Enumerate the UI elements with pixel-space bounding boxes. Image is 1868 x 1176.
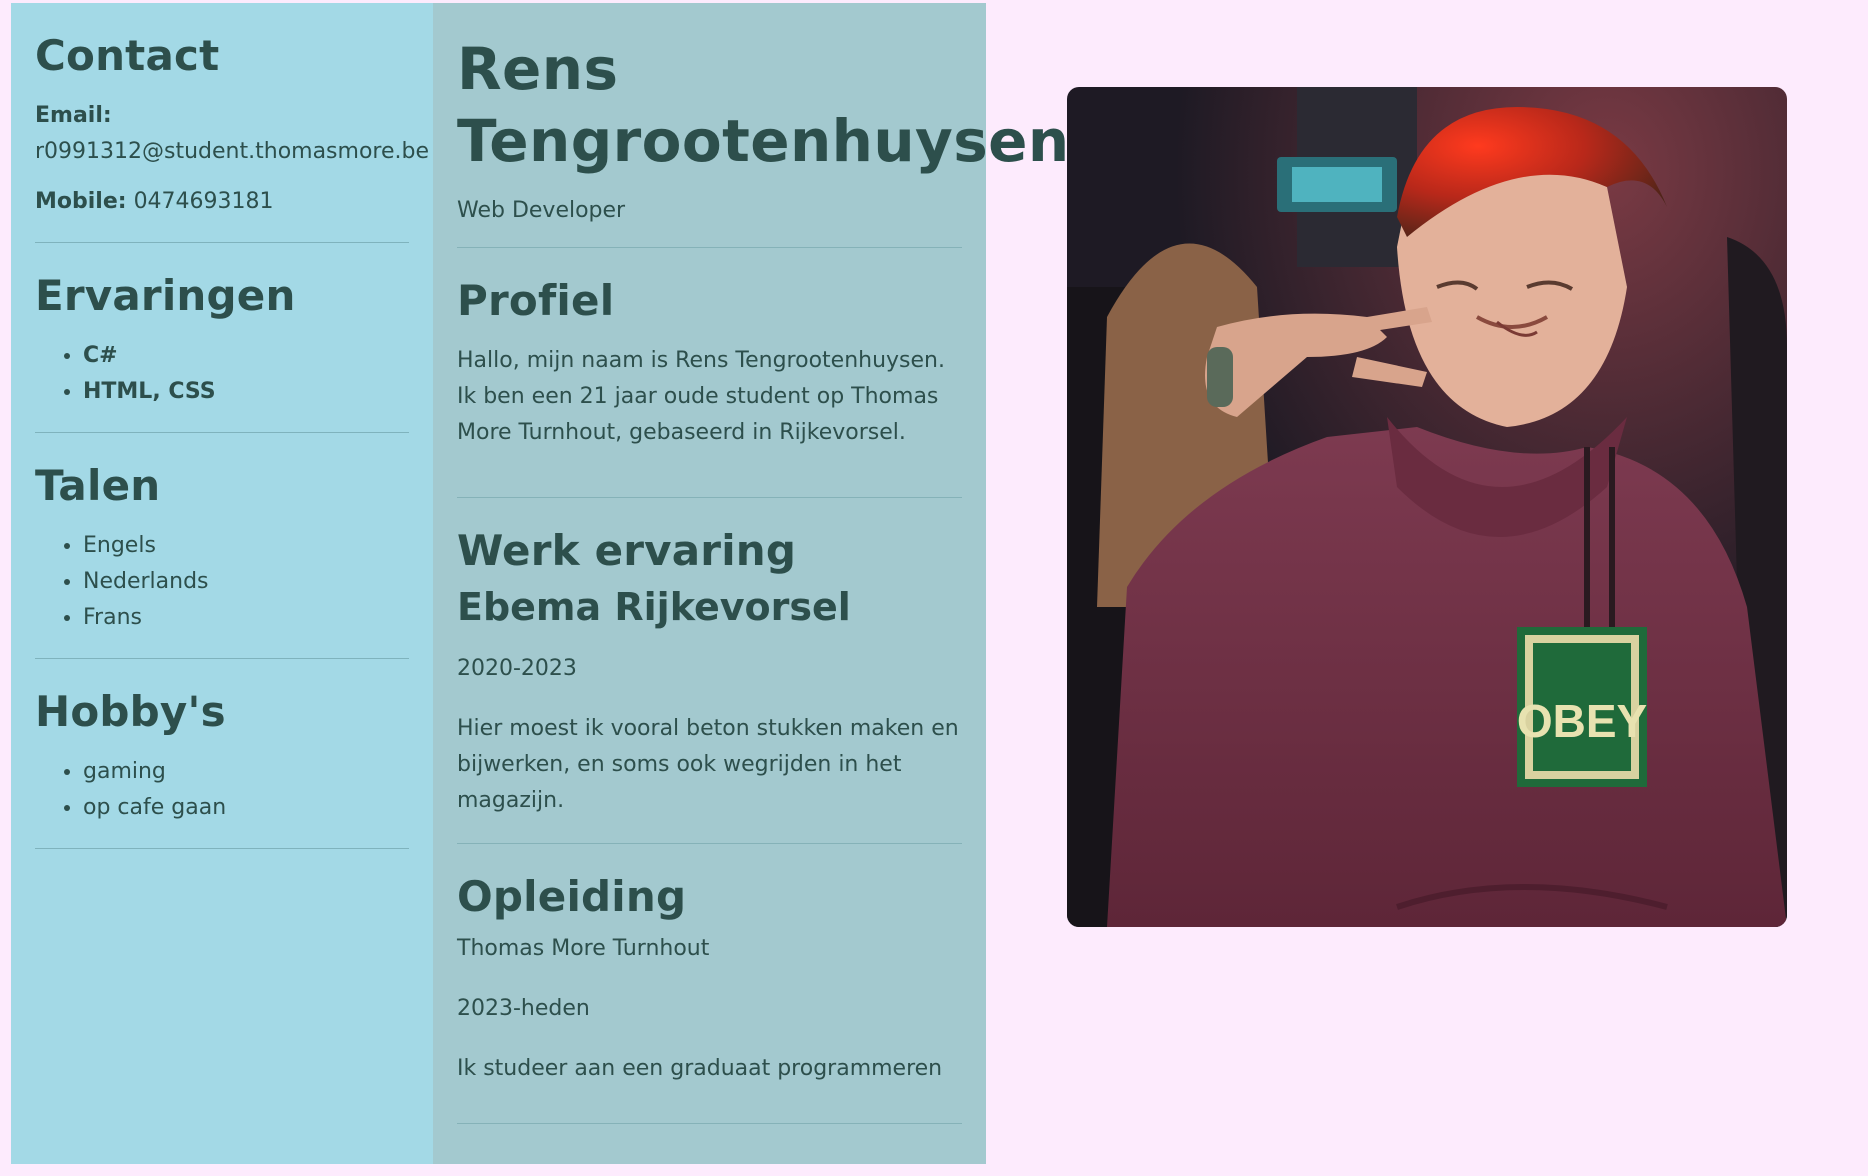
mobile-value: 0474693181 [133,189,274,214]
profiel-heading: Profiel [457,276,615,325]
list-item: Frans [83,600,409,636]
email-value: r0991312@student.thomasmore.be [35,139,430,164]
list-item: Nederlands [83,564,409,600]
mobile-field: Mobile: 0474693181 [35,184,409,220]
list-item: HTML, CSS [83,374,409,410]
opleiding-section: Opleiding Thomas More Turnhout 2023-hede… [457,872,962,1124]
werk-description: Hier moest ik vooral beton stukken maken… [457,716,959,813]
opleiding-school: Thomas More Turnhout [457,936,710,961]
profiel-section: Profiel Hallo, mijn naam is Rens Tengroo… [457,276,962,498]
list-item: Engels [83,528,409,564]
werk-period: 2020-2023 [457,656,577,681]
contact-heading: Contact [35,31,220,80]
hobbys-list: gaming op cafe gaan [35,754,409,826]
opleiding-heading: Opleiding [457,872,687,921]
mobile-label: Mobile: [35,189,127,214]
hobbys-heading: Hobby's [35,687,226,736]
job-title: Web Developer [457,198,626,223]
email-field: Email: r0991312@student.thomasmore.be [35,98,429,170]
ervaringen-list: C# HTML, CSS [35,338,409,410]
profile-photo-image: OBEY [1067,87,1787,927]
contact-section: Contact Email: r0991312@student.thomasmo… [35,31,429,243]
talen-section: Talen Engels Nederlands Frans [35,461,409,659]
name-header: Rens Tengrootenhuysen Web Developer [457,33,1069,248]
ervaringen-section: Ervaringen C# HTML, CSS [35,271,409,433]
profiel-text: Hallo, mijn naam is Rens Tengrootenhuyse… [457,348,945,445]
talen-list: Engels Nederlands Frans [35,528,409,636]
hobbys-section: Hobby's gaming op cafe gaan [35,687,409,849]
opleiding-period: 2023-heden [457,996,590,1021]
list-item: op cafe gaan [83,790,409,826]
page-title: Rens Tengrootenhuysen [457,33,1069,177]
werk-section: Werk ervaring Ebema Rijkevorsel 2020-202… [457,526,962,844]
profile-photo: OBEY [1067,87,1787,927]
talen-heading: Talen [35,461,161,510]
list-item: C# [83,338,409,374]
name-last: Tengrootenhuysen [457,107,1070,175]
email-label: Email: [35,103,112,128]
werk-heading: Werk ervaring [457,526,797,575]
opleiding-description: Ik studeer aan een graduaat programmeren [457,1056,943,1081]
ervaringen-heading: Ervaringen [35,271,296,320]
name-first: Rens [457,35,619,103]
main-content: Rens Tengrootenhuysen Web Developer Prof… [433,3,1069,1164]
list-item: gaming [83,754,409,790]
sidebar: Contact Email: r0991312@student.thomasmo… [11,3,433,1164]
werk-company: Ebema Rijkevorsel [457,585,851,629]
hoodie-logo-text: OBEY [1517,695,1647,747]
